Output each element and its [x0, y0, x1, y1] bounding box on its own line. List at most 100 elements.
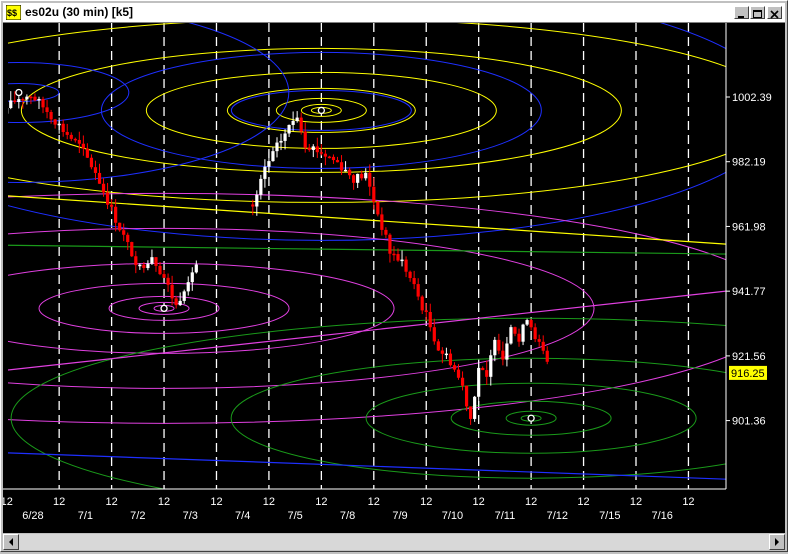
candle-down [97, 172, 102, 184]
candle-up [493, 339, 497, 356]
candle-down [412, 278, 416, 285]
candle-up [356, 173, 360, 183]
candle-down [319, 152, 323, 154]
candle-down [545, 350, 549, 362]
candle-down [416, 284, 420, 297]
candle-down [432, 327, 436, 342]
candle-down [303, 131, 307, 148]
candle-down [126, 234, 130, 243]
arrow-left-icon [9, 538, 13, 546]
x-date-label: 7/9 [392, 510, 407, 522]
candle-up [138, 264, 142, 267]
candle-down [404, 259, 408, 272]
candle-down [85, 148, 89, 158]
y-tick-label: 901.36 [732, 416, 766, 428]
price-chart[interactable]: 1002.39 982.19 961.98 941.77 921.56 901.36 916… [3, 23, 785, 533]
candle-down [77, 139, 81, 144]
chart-area[interactable]: 1002.39 982.19 961.98 941.77 921.56 901.36 916… [3, 23, 785, 533]
candle-down [13, 100, 17, 102]
candle-down [420, 296, 424, 311]
scroll-left-button[interactable] [3, 534, 19, 550]
candle-up [9, 100, 13, 108]
candle-up [194, 264, 198, 273]
pivot-marker [15, 88, 23, 97]
candle-up [509, 327, 513, 344]
candle-down [440, 350, 444, 354]
x-hour-label: 12 [682, 496, 694, 508]
candle-down [384, 229, 388, 235]
candle-up [275, 142, 279, 152]
y-tick-label: 941.77 [732, 286, 766, 298]
candle-up [287, 124, 291, 134]
candle-down [166, 277, 170, 285]
candle-down [65, 131, 69, 135]
x-date-label: 7/15 [599, 510, 620, 522]
maximize-button[interactable] [750, 6, 765, 19]
candle-up [477, 367, 481, 397]
x-hour-label: 12 [630, 496, 642, 508]
scroll-right-button[interactable] [769, 534, 785, 550]
candle-down [299, 117, 303, 132]
candle-up [473, 396, 477, 419]
candle-down [347, 169, 352, 176]
candle-down [380, 214, 384, 230]
window-title: es02u (30 min) [k5] [25, 5, 134, 19]
pivot-marker [527, 414, 535, 422]
candle-up [521, 324, 525, 342]
arrow-right-icon [775, 538, 779, 546]
candle-up [489, 355, 493, 377]
candle-up [343, 169, 348, 172]
y-tick-label: 961.98 [732, 221, 766, 233]
candle-down [170, 284, 174, 299]
minimize-button[interactable] [734, 6, 749, 19]
candle-down [392, 253, 396, 256]
candle-down [154, 257, 158, 266]
x-hour-label: 12 [315, 496, 327, 508]
horizontal-scrollbar[interactable] [3, 534, 785, 550]
candle-up [267, 161, 271, 167]
candle-down [456, 369, 461, 378]
x-date-label: 6/28 [22, 510, 43, 522]
candle-up [444, 353, 449, 356]
candle-down [45, 107, 49, 113]
x-date-label: 7/4 [235, 510, 250, 522]
candle-down [323, 153, 327, 157]
close-button[interactable] [767, 6, 782, 19]
candle-up [525, 320, 529, 325]
candle-up [255, 194, 259, 207]
last-price-label: 916.25 [731, 368, 765, 380]
candle-down [485, 370, 489, 377]
candle-down [436, 341, 440, 351]
candle-down [89, 157, 94, 168]
candle-down [315, 146, 319, 153]
candle-down [513, 327, 517, 334]
app-icon: $$ [6, 5, 21, 20]
candle-up [283, 133, 287, 141]
candle-down [61, 123, 65, 132]
x-hour-label: 12 [158, 496, 170, 508]
x-hour-label: 12 [53, 496, 65, 508]
candle-down [464, 385, 469, 407]
x-date-label: 7/12 [547, 510, 568, 522]
candle-up [263, 166, 267, 179]
candle-up [279, 140, 283, 143]
candle-down [408, 271, 412, 279]
candle-down [101, 183, 106, 193]
candle-down [541, 341, 545, 351]
pivot-marker [160, 304, 168, 313]
candle-down [497, 339, 501, 351]
candle-down [388, 234, 392, 254]
candle-down [33, 96, 37, 101]
candle-down [448, 353, 453, 366]
candle-down [469, 406, 473, 419]
svg-text:$$: $$ [7, 8, 17, 18]
candle-down [335, 160, 340, 163]
x-hour-label: 12 [105, 496, 117, 508]
title-bar[interactable]: $$ es02u (30 min) [k5] [3, 3, 785, 23]
candle-down [481, 367, 485, 371]
pivot-marker [317, 106, 326, 115]
candle-up [178, 300, 182, 306]
candle-up [364, 172, 368, 179]
y-tick-label: 982.19 [732, 157, 766, 169]
candle-down [501, 350, 505, 360]
